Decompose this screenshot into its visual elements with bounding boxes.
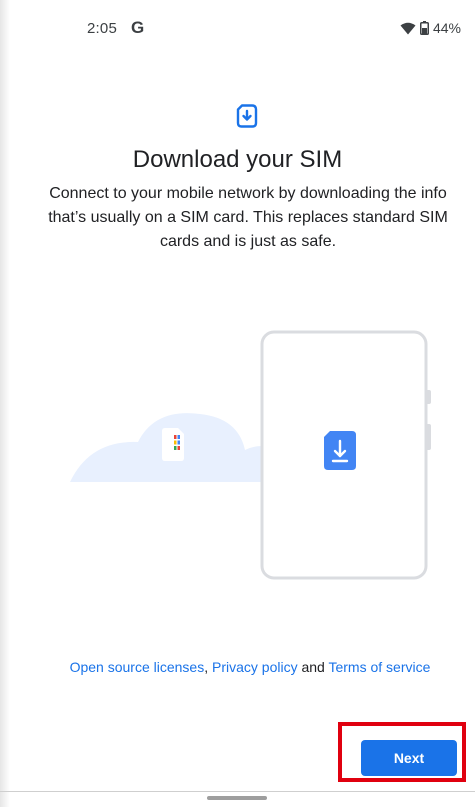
open-source-licenses-link[interactable]: Open source licenses xyxy=(70,659,205,675)
legal-links: Open source licenses, Privacy policy and… xyxy=(40,657,460,677)
wifi-icon xyxy=(400,22,416,35)
legal-and-text: and xyxy=(297,659,329,675)
status-bar: 2:05 G 44% xyxy=(0,18,475,42)
esim-illustration xyxy=(60,328,440,588)
status-indicators: 44% xyxy=(400,20,461,36)
page-description: Connect to your mobile network by downlo… xyxy=(48,185,448,250)
legal-separator: , xyxy=(204,659,212,675)
download-sim-screen: 2:05 G 44% Download your SIM Connect to … xyxy=(0,0,475,807)
terms-of-service-link[interactable]: Terms of service xyxy=(328,659,430,675)
bottom-divider xyxy=(0,791,475,792)
battery-icon xyxy=(419,21,429,35)
page-title: Download your SIM xyxy=(132,146,343,173)
gesture-nav-handle[interactable] xyxy=(207,796,267,800)
battery-percent: 44% xyxy=(432,20,461,36)
sim-download-icon xyxy=(236,104,258,128)
google-g-icon: G xyxy=(131,18,145,37)
privacy-policy-link[interactable]: Privacy policy xyxy=(212,659,298,675)
phone-download-icon xyxy=(260,330,431,580)
next-button[interactable]: Next xyxy=(361,740,457,776)
status-time: 2:05 xyxy=(87,20,117,37)
edge-shadow xyxy=(0,0,10,807)
